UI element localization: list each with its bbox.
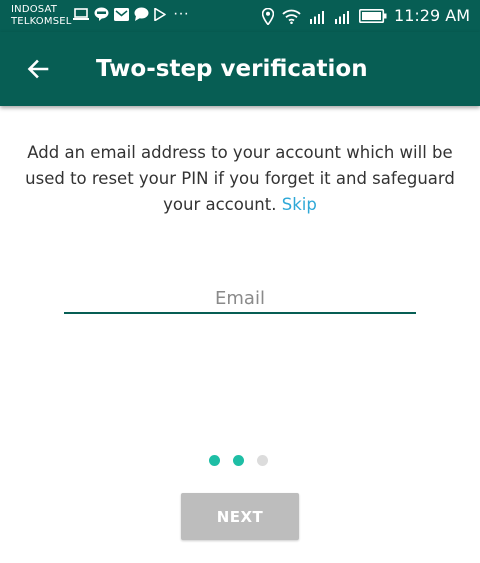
email-field[interactable] xyxy=(64,284,416,314)
chat-icon xyxy=(134,7,149,21)
description-text: Add an email address to your account whi… xyxy=(20,140,460,218)
carrier-names: INDOSAT TELKOMSEL xyxy=(11,4,72,28)
signal-icon xyxy=(310,10,325,24)
app-bar: Two-step verification xyxy=(0,32,480,106)
page-indicator-dot xyxy=(209,455,220,466)
skip-link[interactable]: Skip xyxy=(282,195,317,214)
more-notifications-icon: ··· xyxy=(173,5,189,22)
wifi-icon xyxy=(282,9,301,24)
play-store-icon xyxy=(154,7,166,21)
page-title: Two-step verification xyxy=(96,56,368,82)
system-status: 11:29 AM xyxy=(254,6,470,26)
status-bar: INDOSAT TELKOMSEL ··· 11:29 AM xyxy=(0,0,480,32)
arrow-back-icon xyxy=(27,59,49,79)
mail-icon xyxy=(114,7,129,21)
next-button[interactable]: NEXT xyxy=(181,493,299,540)
battery-icon xyxy=(359,9,387,23)
page-indicator xyxy=(209,455,281,466)
location-icon xyxy=(262,7,275,25)
page-indicator-dot xyxy=(257,455,268,466)
notification-icons: ··· xyxy=(73,5,189,22)
signal-icon xyxy=(335,10,350,24)
laptop-icon xyxy=(73,7,89,20)
carrier-2: TELKOMSEL xyxy=(11,16,72,27)
page-indicator-dot xyxy=(233,455,244,466)
back-button[interactable] xyxy=(20,52,56,86)
line-icon xyxy=(94,7,109,21)
clock: 11:29 AM xyxy=(394,6,470,25)
carrier-1: INDOSAT xyxy=(11,4,58,15)
description-body: Add an email address to your account whi… xyxy=(25,143,455,214)
